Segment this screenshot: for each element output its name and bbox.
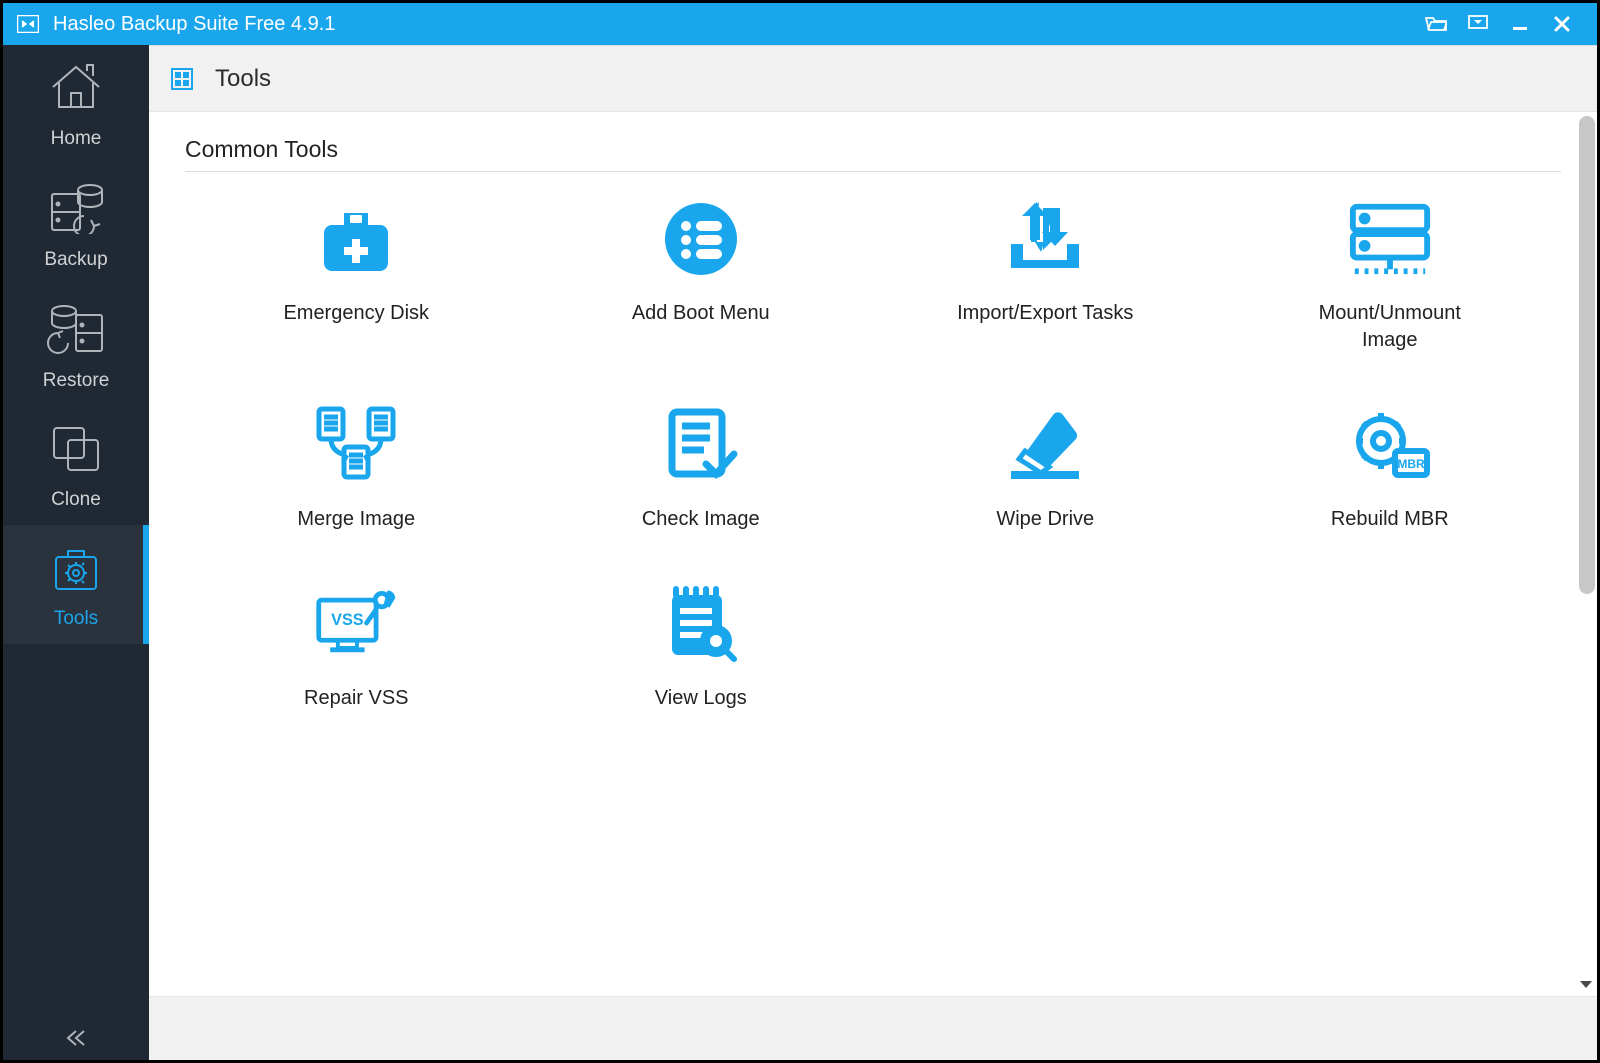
svg-text:MBR: MBR — [1397, 457, 1425, 471]
backup-icon — [46, 180, 106, 239]
tool-label: Wipe Drive — [996, 506, 1094, 533]
sidebar-item-backup[interactable]: Backup — [3, 164, 149, 285]
dropdown-menu-button[interactable] — [1457, 3, 1499, 45]
import-export-icon — [1002, 196, 1088, 282]
main: Tools Common Tools Emergency Disk — [149, 45, 1597, 1060]
tool-emergency-disk[interactable]: Emergency Disk — [189, 196, 524, 354]
check-image-icon — [658, 402, 744, 488]
content-area: Common Tools Emergency Disk — [149, 112, 1597, 996]
footer — [149, 996, 1597, 1060]
merge-image-icon — [313, 402, 399, 488]
minimize-button[interactable] — [1499, 3, 1541, 45]
sidebar-item-label: Restore — [43, 370, 110, 392]
tool-label: Merge Image — [297, 506, 415, 533]
sidebar-item-label: Home — [51, 128, 102, 150]
tool-add-boot-menu[interactable]: Add Boot Menu — [534, 196, 869, 354]
repair-vss-icon: VSS — [313, 581, 399, 667]
scrollbar-thumb[interactable] — [1579, 116, 1595, 594]
home-icon — [47, 61, 105, 118]
sidebar-item-label: Backup — [44, 249, 107, 271]
tool-label: Mount/Unmount Image — [1290, 300, 1490, 354]
tool-repair-vss[interactable]: VSS Repair VSS — [189, 581, 524, 712]
emergency-disk-icon — [313, 196, 399, 282]
tool-label: Rebuild MBR — [1331, 506, 1449, 533]
open-folder-button[interactable] — [1415, 3, 1457, 45]
body: Home Backup — [3, 45, 1597, 1060]
sidebar-item-tools[interactable]: Tools — [3, 525, 149, 644]
tool-mount-unmount-image[interactable]: Mount/Unmount Image — [1223, 196, 1558, 354]
tool-label: Add Boot Menu — [632, 300, 770, 327]
divider — [185, 171, 1561, 172]
tool-label: Check Image — [642, 506, 760, 533]
tools-grid: Emergency Disk Add Boot Menu — [185, 196, 1561, 712]
sidebar-item-label: Clone — [51, 489, 101, 511]
restore-icon — [46, 301, 106, 360]
sidebar: Home Backup — [3, 45, 149, 1060]
tool-merge-image[interactable]: Merge Image — [189, 402, 524, 533]
page-header-icon — [171, 68, 193, 90]
tool-wipe-drive[interactable]: Wipe Drive — [878, 402, 1213, 533]
page-header: Tools — [149, 46, 1597, 112]
app-title: Hasleo Backup Suite Free 4.9.1 — [53, 13, 335, 36]
svg-text:VSS: VSS — [331, 611, 364, 629]
wipe-drive-icon — [1002, 402, 1088, 488]
titlebar: Hasleo Backup Suite Free 4.9.1 — [3, 3, 1597, 45]
app-icon — [17, 14, 39, 34]
tool-label: Emergency Disk — [283, 300, 429, 327]
tool-import-export-tasks[interactable]: Import/Export Tasks — [878, 196, 1213, 354]
tool-label: Import/Export Tasks — [957, 300, 1133, 327]
rebuild-mbr-icon: MBR — [1347, 402, 1433, 488]
tool-rebuild-mbr[interactable]: MBR Rebuild MBR — [1223, 402, 1558, 533]
tool-label: View Logs — [655, 685, 747, 712]
tools-icon — [48, 541, 104, 598]
sidebar-item-clone[interactable]: Clone — [3, 406, 149, 525]
tool-label: Repair VSS — [304, 685, 409, 712]
tool-view-logs[interactable]: View Logs — [534, 581, 869, 712]
view-logs-icon — [658, 581, 744, 667]
section-title: Common Tools — [185, 136, 1561, 163]
mount-image-icon — [1347, 196, 1433, 282]
boot-menu-icon — [658, 196, 744, 282]
page-title: Tools — [215, 65, 271, 93]
sidebar-item-label: Tools — [54, 608, 98, 630]
clone-icon — [48, 422, 104, 479]
sidebar-collapse-button[interactable] — [3, 1016, 149, 1060]
close-button[interactable] — [1541, 3, 1583, 45]
sidebar-item-home[interactable]: Home — [3, 45, 149, 164]
tool-check-image[interactable]: Check Image — [534, 402, 869, 533]
scroll-down-button[interactable] — [1577, 976, 1595, 994]
app-window: Hasleo Backup Suite Free 4.9.1 Home — [2, 2, 1598, 1061]
sidebar-item-restore[interactable]: Restore — [3, 285, 149, 406]
